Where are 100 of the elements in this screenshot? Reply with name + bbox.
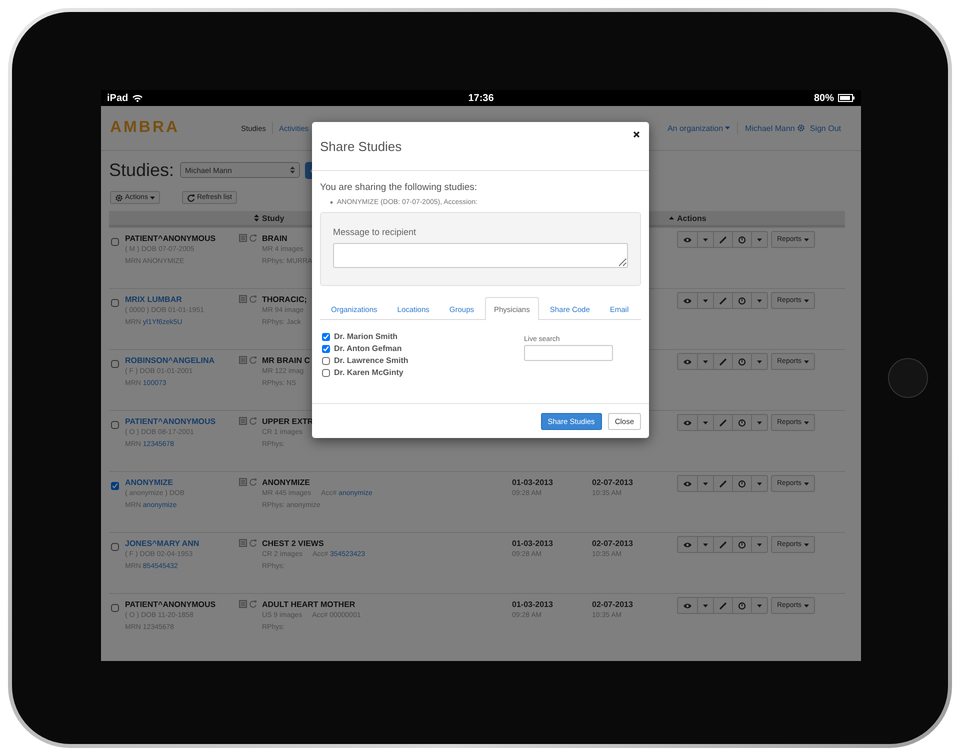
patient-link[interactable]: JONES^MARY ANN: [125, 538, 200, 549]
refresh-icon: [186, 194, 195, 202]
dialog-title: Share Studies: [320, 138, 402, 154]
patient-link[interactable]: ANONYMIZE: [125, 477, 173, 488]
sort-icon: [254, 214, 259, 222]
caret-icon: [804, 420, 809, 424]
study-date: 01-03-2013: [512, 599, 553, 610]
study-name: CHEST 2 VIEWS: [262, 538, 324, 549]
caret-icon: [725, 126, 730, 130]
caret-icon: [703, 482, 708, 486]
document-icon: [239, 539, 247, 547]
physician-checkbox[interactable]: [322, 345, 330, 353]
sort-up-icon: [669, 216, 674, 220]
user-menu[interactable]: Michael Mann: [745, 124, 805, 132]
pencil-icon: [719, 540, 727, 548]
upload-date: 02-07-2013: [592, 538, 633, 549]
caret-icon: [757, 360, 762, 364]
clock-icon: [738, 358, 746, 366]
pencil-icon: [719, 602, 727, 610]
caret-icon: [757, 420, 762, 424]
search-field[interactable]: [524, 345, 613, 361]
caret-icon: [757, 238, 762, 242]
close-icon: [633, 131, 640, 138]
row-checkbox[interactable]: [111, 482, 119, 490]
refresh-icon: [249, 295, 257, 303]
caret-icon: [703, 238, 708, 242]
caret-icon: [757, 298, 762, 302]
refresh-icon: [249, 478, 257, 486]
study-name: UPPER EXTR: [262, 416, 314, 427]
caret-icon: [804, 360, 809, 364]
clock-time: 17:36: [468, 92, 494, 104]
caret-icon: [804, 238, 809, 242]
caret-icon: [804, 604, 809, 608]
physician-name: Dr. Anton Gefman: [334, 344, 402, 353]
eye-icon: [683, 420, 692, 426]
study-name: THORACIC;: [262, 294, 307, 305]
field-label: Message to recipient: [333, 227, 418, 237]
sign-out-link[interactable]: Sign Out: [810, 124, 841, 132]
clock-icon: [738, 236, 746, 244]
battery-icon: [838, 94, 855, 102]
patient-name: PATIENT^ANONYMOUS: [125, 599, 216, 610]
caret-icon: [757, 482, 762, 486]
patient-link[interactable]: ROBINSON^ANGELINA: [125, 355, 215, 366]
study-date: 01-03-2013: [512, 538, 553, 549]
clock-icon: [738, 540, 746, 548]
caret-icon: [703, 420, 708, 424]
eye-icon: [683, 236, 692, 242]
close-button[interactable]: [632, 130, 641, 139]
battery-percent: 80%: [814, 92, 834, 104]
row-checkbox[interactable]: [111, 299, 119, 307]
document-icon: [239, 295, 247, 303]
row-checkbox[interactable]: [111, 360, 119, 368]
row-checkbox[interactable]: [111, 604, 119, 612]
document-icon: [239, 600, 247, 608]
patient-link[interactable]: PATIENT^ANONYMOUS: [125, 416, 216, 427]
eye-icon: [683, 542, 692, 548]
physician-name: Dr. Marion Smith: [334, 332, 398, 341]
patient-link[interactable]: MRIX LUMBAR: [125, 294, 182, 305]
clock-icon: [738, 480, 746, 488]
clock-icon: [738, 418, 746, 426]
caret-icon: [757, 604, 762, 608]
caret-icon: [703, 604, 708, 608]
updown-icon: [290, 166, 296, 174]
organization-menu[interactable]: An organization: [667, 124, 730, 132]
eye-icon: [683, 480, 692, 486]
page-title: Studies:: [109, 160, 174, 180]
patient-name: PATIENT^ANONYMOUS: [125, 233, 216, 244]
document-icon: [239, 417, 247, 425]
pencil-icon: [719, 418, 727, 426]
document-icon: [239, 356, 247, 364]
dialog-intro: You are sharing the following studies:: [320, 182, 478, 193]
eye-icon: [683, 602, 692, 608]
study-name: ANONYMIZE: [262, 477, 310, 488]
caret-icon: [150, 196, 155, 200]
row-checkbox[interactable]: [111, 543, 119, 551]
caret-icon: [804, 482, 809, 486]
physician-name: Dr. Karen McGinty: [334, 368, 404, 377]
gear-icon: [115, 194, 123, 202]
clock-icon: [738, 602, 746, 610]
physician-checkbox[interactable]: [322, 333, 330, 341]
column-header: Study: [262, 214, 284, 222]
row-checkbox[interactable]: [111, 238, 119, 246]
column-header: Actions: [677, 214, 706, 222]
gear-icon: [796, 124, 805, 132]
upload-date: 02-07-2013: [592, 477, 633, 488]
pencil-icon: [719, 358, 727, 366]
refresh-icon: [249, 539, 257, 547]
caret-icon: [757, 542, 762, 546]
message-field[interactable]: [333, 243, 628, 268]
physician-checkbox[interactable]: [322, 369, 330, 377]
study-name: ADULT HEART MOTHER: [262, 599, 356, 610]
eye-icon: [683, 298, 692, 304]
upload-date: 02-07-2013: [592, 599, 633, 610]
pencil-icon: [719, 296, 727, 304]
physician-checkbox[interactable]: [322, 357, 330, 365]
logo: AMBRA: [110, 119, 181, 137]
device-name: iPad: [107, 92, 128, 104]
row-checkbox[interactable]: [111, 421, 119, 429]
physician-name: Dr. Lawrence Smith: [334, 356, 408, 365]
caret-icon: [804, 298, 809, 302]
